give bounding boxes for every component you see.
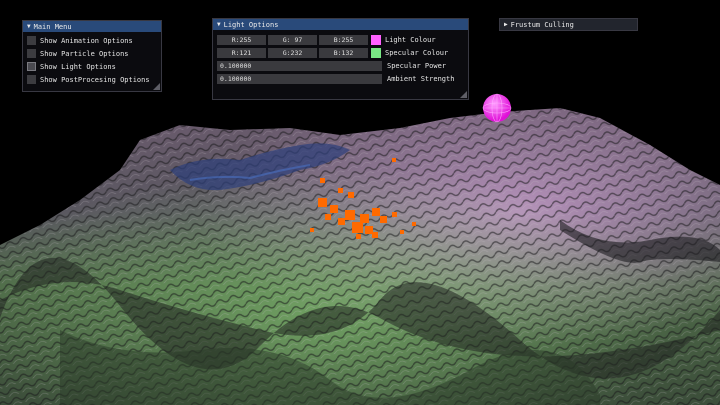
light-options-window: ▼ Light Options R:255 G: 97 B:255 Light … (212, 18, 469, 100)
light-colour-b-field[interactable]: B:255 (319, 34, 368, 45)
checkbox-row-particle[interactable]: Show Particle Options (27, 47, 161, 60)
checkbox-row-animation[interactable]: Show Animation Options (27, 34, 161, 47)
specular-colour-r-field[interactable]: R:121 (217, 47, 266, 58)
light-colour-swatch[interactable] (371, 34, 381, 45)
expand-arrow-icon[interactable]: ▶ (504, 21, 508, 28)
specular-colour-swatch[interactable] (371, 47, 381, 58)
frustum-culling-titlebar[interactable]: ▶ Frustum Culling (500, 19, 637, 30)
light-sphere (482, 93, 512, 123)
specular-power-input[interactable]: 0.100000 (217, 60, 382, 71)
resize-grip-icon[interactable] (460, 91, 467, 98)
light-colour-label: Light Colour (385, 35, 436, 44)
label-light: Show Light Options (40, 62, 116, 71)
light-options-titlebar[interactable]: ▼ Light Options (213, 19, 468, 30)
checkbox-row-light[interactable]: Show Light Options (27, 60, 161, 73)
specular-colour-row: R:121 G:232 B:132 Specular Colour (217, 47, 448, 58)
specular-colour-label: Specular Colour (385, 48, 449, 57)
checkbox-postprocessing[interactable] (27, 75, 36, 84)
collapse-arrow-icon[interactable]: ▼ (217, 21, 221, 28)
frustum-culling-window: ▶ Frustum Culling (499, 18, 638, 31)
collapse-arrow-icon[interactable]: ▼ (27, 23, 31, 30)
specular-power-label: Specular Power (387, 61, 447, 70)
ambient-strength-row: 0.100000 Ambient Strength (217, 73, 454, 84)
specular-colour-g-field[interactable]: G:232 (268, 47, 317, 58)
label-postprocessing: Show PostProcesing Options (40, 75, 150, 84)
label-particle: Show Particle Options (40, 49, 129, 58)
ambient-strength-input[interactable]: 0.100000 (217, 73, 382, 84)
specular-power-row: 0.100000 Specular Power (217, 60, 446, 71)
light-colour-row: R:255 G: 97 B:255 Light Colour (217, 34, 436, 45)
specular-colour-b-field[interactable]: B:132 (319, 47, 368, 58)
checkbox-row-postprocessing[interactable]: Show PostProcesing Options (27, 73, 161, 86)
main-menu-title: Main Menu (33, 22, 72, 31)
resize-grip-icon[interactable] (153, 83, 160, 90)
ambient-strength-label: Ambient Strength (387, 74, 455, 83)
light-options-title: Light Options (223, 20, 279, 29)
main-menu-titlebar[interactable]: ▼ Main Menu (23, 21, 161, 32)
light-colour-r-field[interactable]: R:255 (217, 34, 266, 45)
checkbox-particle[interactable] (27, 49, 36, 58)
light-colour-g-field[interactable]: G: 97 (268, 34, 317, 45)
frustum-culling-title: Frustum Culling (510, 20, 574, 29)
main-menu-window: ▼ Main Menu Show Animation Options Show … (22, 20, 162, 92)
checkbox-light[interactable] (27, 62, 36, 71)
checkbox-animation[interactable] (27, 36, 36, 45)
label-animation: Show Animation Options (40, 36, 133, 45)
